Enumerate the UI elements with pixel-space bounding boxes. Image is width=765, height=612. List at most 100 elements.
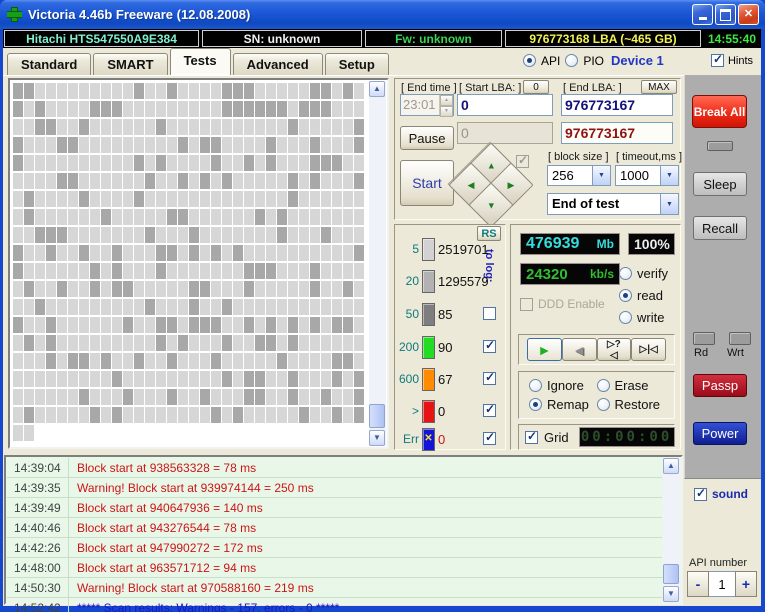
start-button[interactable]: Start bbox=[400, 160, 454, 206]
tab-smart[interactable]: SMART bbox=[93, 53, 168, 75]
sound-checkbox[interactable] bbox=[694, 486, 707, 501]
block-cell bbox=[101, 137, 111, 153]
block-cell bbox=[123, 245, 133, 261]
passp-button[interactable]: Passp bbox=[693, 374, 747, 397]
minimize-button[interactable] bbox=[692, 4, 713, 25]
chevron-down-icon[interactable]: ▼ bbox=[592, 166, 610, 185]
passed-mb-unit: Mb bbox=[596, 237, 614, 251]
spin-up-icon[interactable]: ▲ bbox=[440, 95, 453, 106]
ddd-checkbox[interactable] bbox=[520, 297, 533, 311]
block-cell bbox=[57, 191, 67, 207]
chevron-down-icon[interactable]: ▼ bbox=[660, 166, 678, 185]
defect-option-remap[interactable]: Remap bbox=[529, 397, 597, 412]
defect-option-restore[interactable]: Restore bbox=[596, 397, 665, 412]
block-cell bbox=[167, 281, 177, 297]
scan-question-button[interactable]: ▷?◁ bbox=[596, 338, 632, 361]
defect-radio-ignore[interactable] bbox=[529, 379, 542, 392]
block-cell bbox=[222, 335, 232, 351]
block-cell bbox=[101, 101, 111, 117]
close-button[interactable]: ✕ bbox=[738, 4, 759, 25]
defect-radio-remap[interactable] bbox=[529, 398, 542, 411]
block-cell bbox=[255, 101, 265, 117]
mode-radio-pio[interactable] bbox=[565, 54, 579, 67]
defect-radio-restore[interactable] bbox=[596, 398, 610, 411]
defect-label: Ignore bbox=[547, 378, 584, 393]
chevron-down-icon[interactable]: ▼ bbox=[660, 194, 678, 214]
to-log-checkbox[interactable] bbox=[483, 370, 496, 385]
to-log-checkbox[interactable] bbox=[483, 430, 496, 445]
block-cell bbox=[310, 335, 320, 351]
hints-checkbox[interactable] bbox=[710, 52, 724, 67]
sound-toggle[interactable]: sound bbox=[694, 486, 748, 501]
after-action-select[interactable]: End of test ▼ bbox=[547, 193, 679, 215]
break-all-button[interactable]: Break All bbox=[692, 95, 747, 128]
scroll-up-icon[interactable]: ▲ bbox=[663, 458, 679, 474]
block-cell bbox=[13, 371, 23, 387]
scroll-down-icon[interactable]: ▼ bbox=[369, 430, 385, 446]
block-cell bbox=[90, 101, 100, 117]
play-button[interactable]: ► bbox=[527, 338, 562, 361]
rs-button[interactable]: RS bbox=[477, 226, 501, 241]
maximize-button[interactable] bbox=[715, 4, 736, 25]
rewind-button[interactable]: ◄ bbox=[561, 338, 597, 361]
end-time-spinner[interactable]: 23:01 ▲ ▼ bbox=[400, 94, 454, 117]
block-cell bbox=[123, 281, 133, 297]
scroll-thumb[interactable] bbox=[369, 404, 385, 428]
op-option-read[interactable]: read bbox=[619, 288, 663, 303]
scroll-up-icon[interactable]: ▲ bbox=[369, 81, 385, 97]
defect-radio-erase[interactable] bbox=[596, 379, 610, 392]
zero-button[interactable]: 0 bbox=[523, 80, 549, 94]
block-cell bbox=[189, 155, 199, 171]
op-radio-read[interactable] bbox=[619, 289, 632, 302]
block-cell bbox=[343, 335, 353, 351]
tab-tests[interactable]: Tests bbox=[169, 48, 231, 75]
sleep-button[interactable]: Sleep bbox=[693, 172, 747, 196]
scroll-down-icon[interactable]: ▼ bbox=[663, 586, 679, 602]
defect-option-ignore[interactable]: Ignore bbox=[529, 378, 597, 393]
mode-radio-api[interactable] bbox=[523, 54, 536, 67]
block-cell bbox=[343, 407, 353, 423]
device-selector[interactable]: Device 1 bbox=[611, 53, 664, 68]
block-size-select[interactable]: 256 ▼ bbox=[547, 165, 611, 186]
hints-toggle[interactable]: Hints bbox=[710, 52, 753, 67]
title-bar[interactable]: Victoria 4.46b Freeware (12.08.2008) ✕ bbox=[0, 0, 765, 29]
max-button[interactable]: MAX bbox=[641, 80, 677, 94]
timeout-select[interactable]: 1000 ▼ bbox=[615, 165, 679, 186]
scan-end-button[interactable]: ▷|◁ bbox=[631, 338, 666, 361]
block-cell bbox=[266, 209, 276, 225]
scroll-thumb[interactable] bbox=[663, 564, 679, 584]
spin-down-icon[interactable]: ▼ bbox=[440, 106, 453, 117]
to-log-checkbox[interactable] bbox=[483, 338, 496, 353]
tab-advanced[interactable]: Advanced bbox=[232, 53, 323, 75]
api-plus-button[interactable]: + bbox=[735, 571, 757, 597]
log-scrollbar[interactable]: ▲ ▼ bbox=[663, 458, 680, 602]
block-cell bbox=[233, 335, 243, 351]
op-radio-verify[interactable] bbox=[619, 267, 632, 280]
grid-checkbox[interactable] bbox=[525, 429, 538, 444]
tab-setup[interactable]: Setup bbox=[324, 53, 389, 75]
to-log-checkbox[interactable] bbox=[483, 307, 496, 320]
block-cell bbox=[68, 119, 78, 135]
recall-button[interactable]: Recall bbox=[693, 216, 747, 240]
start-lba-input[interactable]: 0 bbox=[457, 94, 553, 116]
block-cell bbox=[13, 389, 23, 405]
block-cell bbox=[90, 191, 100, 207]
block-cell bbox=[134, 371, 144, 387]
test-control-panel: [ End time ] 23:01 ▲ ▼ [ Start LBA: ] 0 0… bbox=[394, 78, 682, 228]
block-cell bbox=[310, 263, 320, 279]
block-cell bbox=[68, 317, 78, 333]
api-minus-button[interactable]: - bbox=[687, 571, 709, 597]
tab-standard[interactable]: Standard bbox=[7, 53, 92, 75]
op-option-write[interactable]: write bbox=[619, 310, 664, 325]
block-cell bbox=[68, 173, 78, 189]
defect-option-erase[interactable]: Erase bbox=[596, 378, 665, 393]
ddd-toggle[interactable]: DDD Enable bbox=[520, 297, 605, 311]
power-button[interactable]: Power bbox=[693, 422, 747, 445]
pad-checkbox[interactable] bbox=[516, 153, 529, 168]
op-option-verify[interactable]: verify bbox=[619, 266, 668, 281]
map-scrollbar[interactable]: ▲ ▼ bbox=[369, 81, 386, 446]
to-log-checkbox[interactable] bbox=[483, 402, 496, 417]
end-lba-input[interactable]: 976773167 bbox=[561, 94, 673, 116]
op-radio-write[interactable] bbox=[619, 311, 632, 324]
pause-button[interactable]: Pause bbox=[400, 126, 454, 150]
